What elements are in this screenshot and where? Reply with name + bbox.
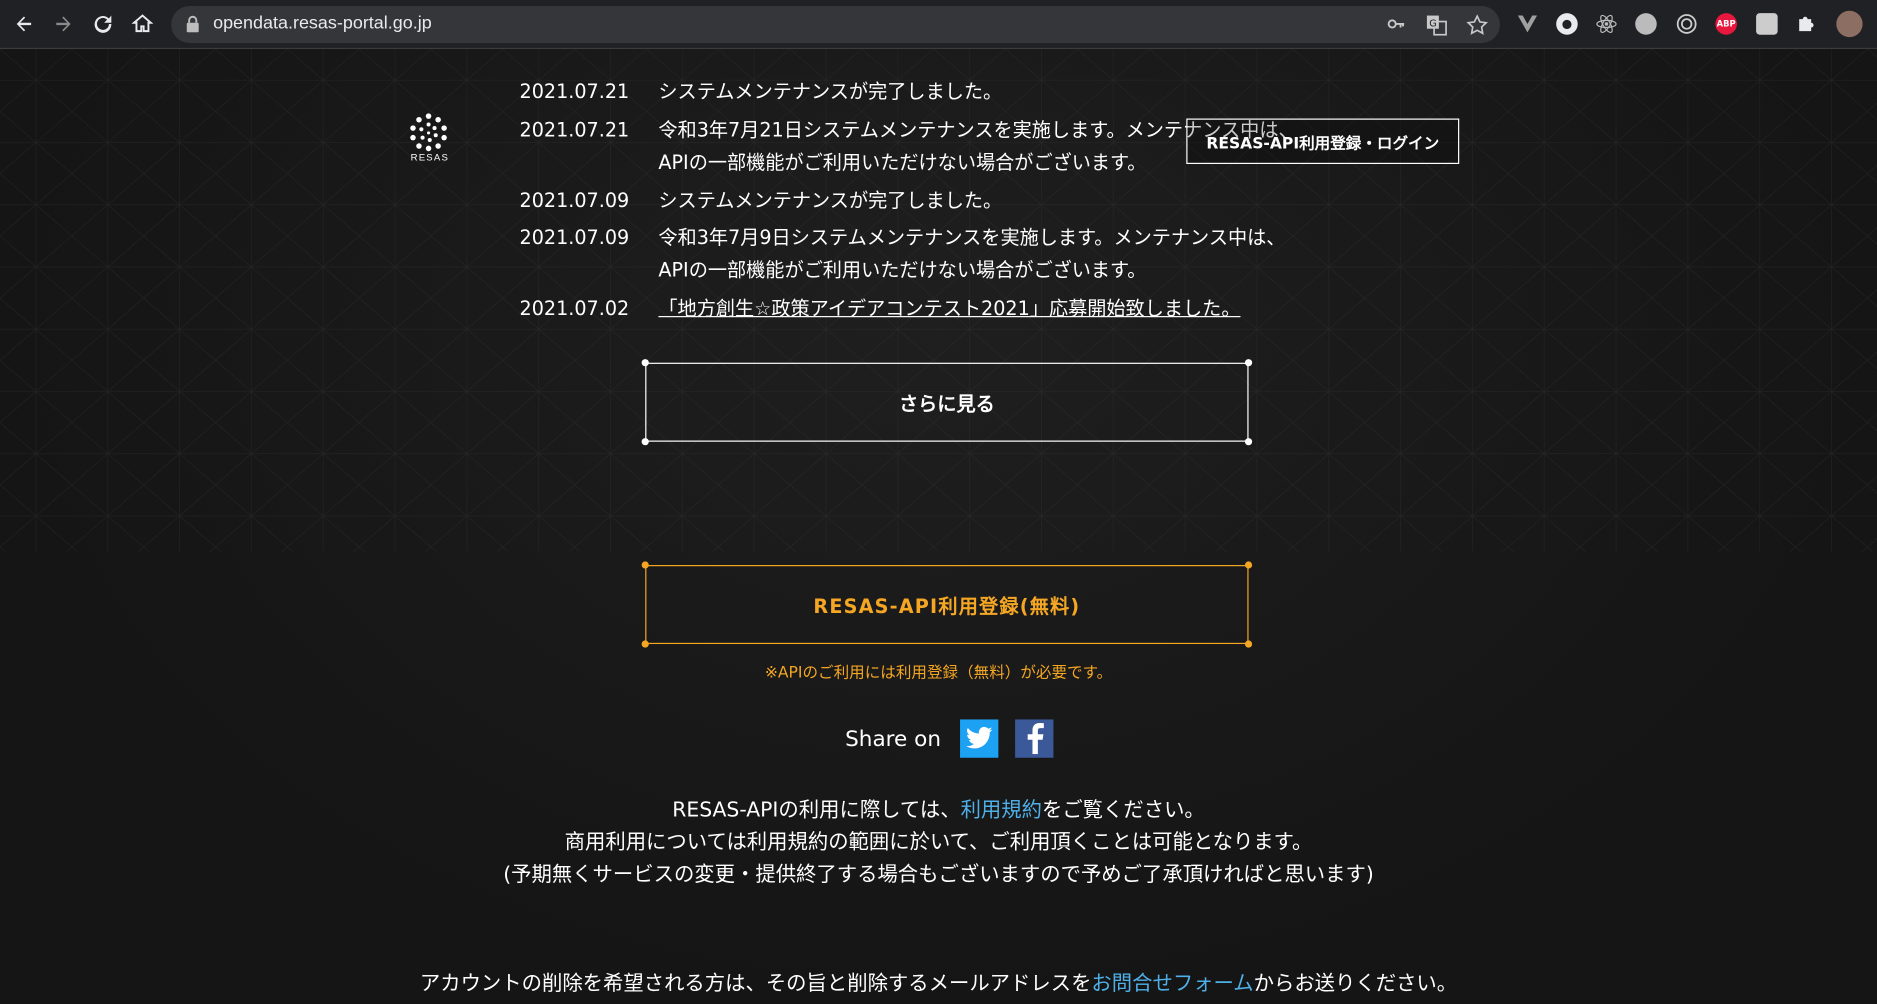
terms-line-3: (予期無くサービスの変更・提供終了する場合もございますので予めご了承頂ければと思… — [503, 863, 1374, 888]
profile-avatar-icon[interactable] — [1836, 10, 1863, 38]
bookmark-star-icon[interactable] — [1466, 14, 1489, 36]
corner-dot — [1244, 640, 1253, 648]
news-text: システムメンテナンスが完了しました。 — [658, 80, 1003, 103]
corner-dot — [1244, 438, 1253, 446]
account-text: からお送りください。 — [1253, 972, 1458, 996]
terms-notice: RESAS-APIの利用に際しては、利用規約をご覧ください。 商用利用については… — [0, 795, 1877, 892]
share-bar: Share on — [845, 719, 1070, 758]
extensions-puzzle-icon[interactable] — [1796, 13, 1818, 35]
corner-dot — [1244, 561, 1253, 569]
logo-text: RESAS — [410, 152, 450, 163]
news-text: APIの一部機能がご利用いただけない場合がございます。 — [658, 258, 1147, 282]
twitter-icon[interactable] — [960, 719, 999, 758]
news-text: システムメンテナンスが完了しました。 — [658, 189, 1003, 212]
back-icon[interactable] — [7, 7, 41, 41]
extension-target-icon[interactable] — [1676, 13, 1698, 35]
key-icon[interactable] — [1385, 14, 1407, 36]
news-text: 「地方創生☆政策アイデアコンテスト2021」応募開始致しました。 — [658, 292, 1376, 326]
corner-dot — [641, 561, 649, 569]
see-more-label: さらに見る — [898, 392, 995, 416]
address-bar[interactable]: opendata.resas-portal.go.jp G — [171, 5, 1500, 44]
terms-line-2: 商用利用については利用規約の範囲に於いて、ご利用頂くことは可能となります。 — [564, 830, 1313, 855]
translate-icon[interactable]: G — [1426, 14, 1448, 36]
news-date: 2021.07.09 — [519, 189, 630, 212]
terms-link[interactable]: 利用規約 — [961, 798, 1042, 822]
forward-icon[interactable] — [47, 7, 81, 41]
corner-dot — [641, 438, 649, 446]
see-more-button[interactable]: さらに見る — [641, 359, 1253, 446]
corner-dot — [641, 640, 649, 648]
extension-bird-icon[interactable] — [1635, 13, 1657, 35]
adblock-plus-icon[interactable]: ABP — [1715, 13, 1737, 35]
news-date: 2021.07.09 — [519, 226, 630, 249]
register-note: ※APIのご利用には利用登録（無料）が必要です。 — [764, 664, 1113, 683]
api-login-button[interactable]: RESAS-API利用登録・ログイン — [1186, 118, 1460, 164]
extension-square-icon[interactable] — [1756, 13, 1778, 35]
api-register-button[interactable]: RESAS-API利用登録(無料) — [641, 561, 1253, 648]
account-text: アカウントの削除を希望される方は、その旨と削除するメールアドレスを — [419, 972, 1092, 996]
browser-toolbar: opendata.resas-portal.go.jp G ● ABP — [0, 0, 1877, 50]
facebook-icon[interactable] — [1015, 719, 1054, 758]
extension-c-icon[interactable]: ● — [1556, 13, 1578, 35]
corner-dot — [1244, 359, 1253, 367]
lock-icon — [186, 15, 199, 33]
account-deletion-notice: アカウントの削除を希望される方は、その旨と削除するメールアドレスをお問合せフォー… — [0, 966, 1877, 996]
news-date: 2021.07.02 — [519, 296, 630, 320]
news-link[interactable]: 「地方創生☆政策アイデアコンテスト2021」応募開始致しました。 — [658, 297, 1240, 320]
terms-text: RESAS-APIの利用に際しては、 — [672, 798, 961, 823]
reload-icon[interactable] — [86, 7, 120, 41]
terms-line-1: RESAS-APIの利用に際しては、利用規約をご覧ください。 — [0, 795, 1877, 827]
news-date: 2021.07.21 — [519, 118, 630, 142]
page-content: RESAS 2021.07.21 システムメンテナンスが完了しました。 2021… — [0, 49, 1877, 1004]
share-label: Share on — [845, 726, 942, 752]
home-icon[interactable] — [126, 7, 160, 41]
svg-text:G: G — [1429, 18, 1436, 29]
news-date: 2021.07.21 — [519, 80, 630, 103]
react-extension-icon[interactable] — [1596, 13, 1618, 35]
contact-form-link[interactable]: お問合せフォーム — [1091, 972, 1253, 996]
vue-extension-icon[interactable] — [1517, 13, 1539, 35]
terms-text: をご覧ください。 — [1041, 798, 1205, 823]
api-register-label: RESAS-API利用登録(無料) — [813, 594, 1081, 618]
news-text: 令和3年7月9日システムメンテナンスを実施します。メンテナンス中は、 — [658, 226, 1286, 249]
corner-dot — [641, 359, 649, 367]
url-text: opendata.resas-portal.go.jp — [213, 13, 432, 34]
